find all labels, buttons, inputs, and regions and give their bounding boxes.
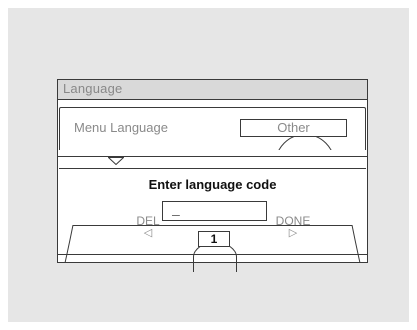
triangle-left-icon: ◁	[143, 227, 153, 239]
window-title: Language	[63, 81, 123, 96]
menu-language-value[interactable]: Other	[240, 119, 347, 137]
menu-language-label: Menu Language	[74, 120, 168, 135]
triangle-right-icon: ▷	[288, 227, 298, 239]
chevron-down-icon	[108, 157, 124, 165]
bottom-divider	[58, 254, 367, 255]
done-label: DONE	[275, 214, 311, 228]
page-number: 1	[198, 231, 230, 247]
del-label: DEL	[136, 214, 160, 228]
divider	[58, 156, 367, 157]
title-bar: Language	[58, 80, 367, 100]
dialog-prompt: Enter language code	[148, 177, 277, 192]
done-button[interactable]: DONE ▷	[273, 215, 313, 239]
language-code-input[interactable]: _	[162, 201, 267, 221]
menu-language-row[interactable]: Menu Language Other	[59, 107, 366, 150]
del-button[interactable]: DEL ◁	[131, 215, 165, 239]
